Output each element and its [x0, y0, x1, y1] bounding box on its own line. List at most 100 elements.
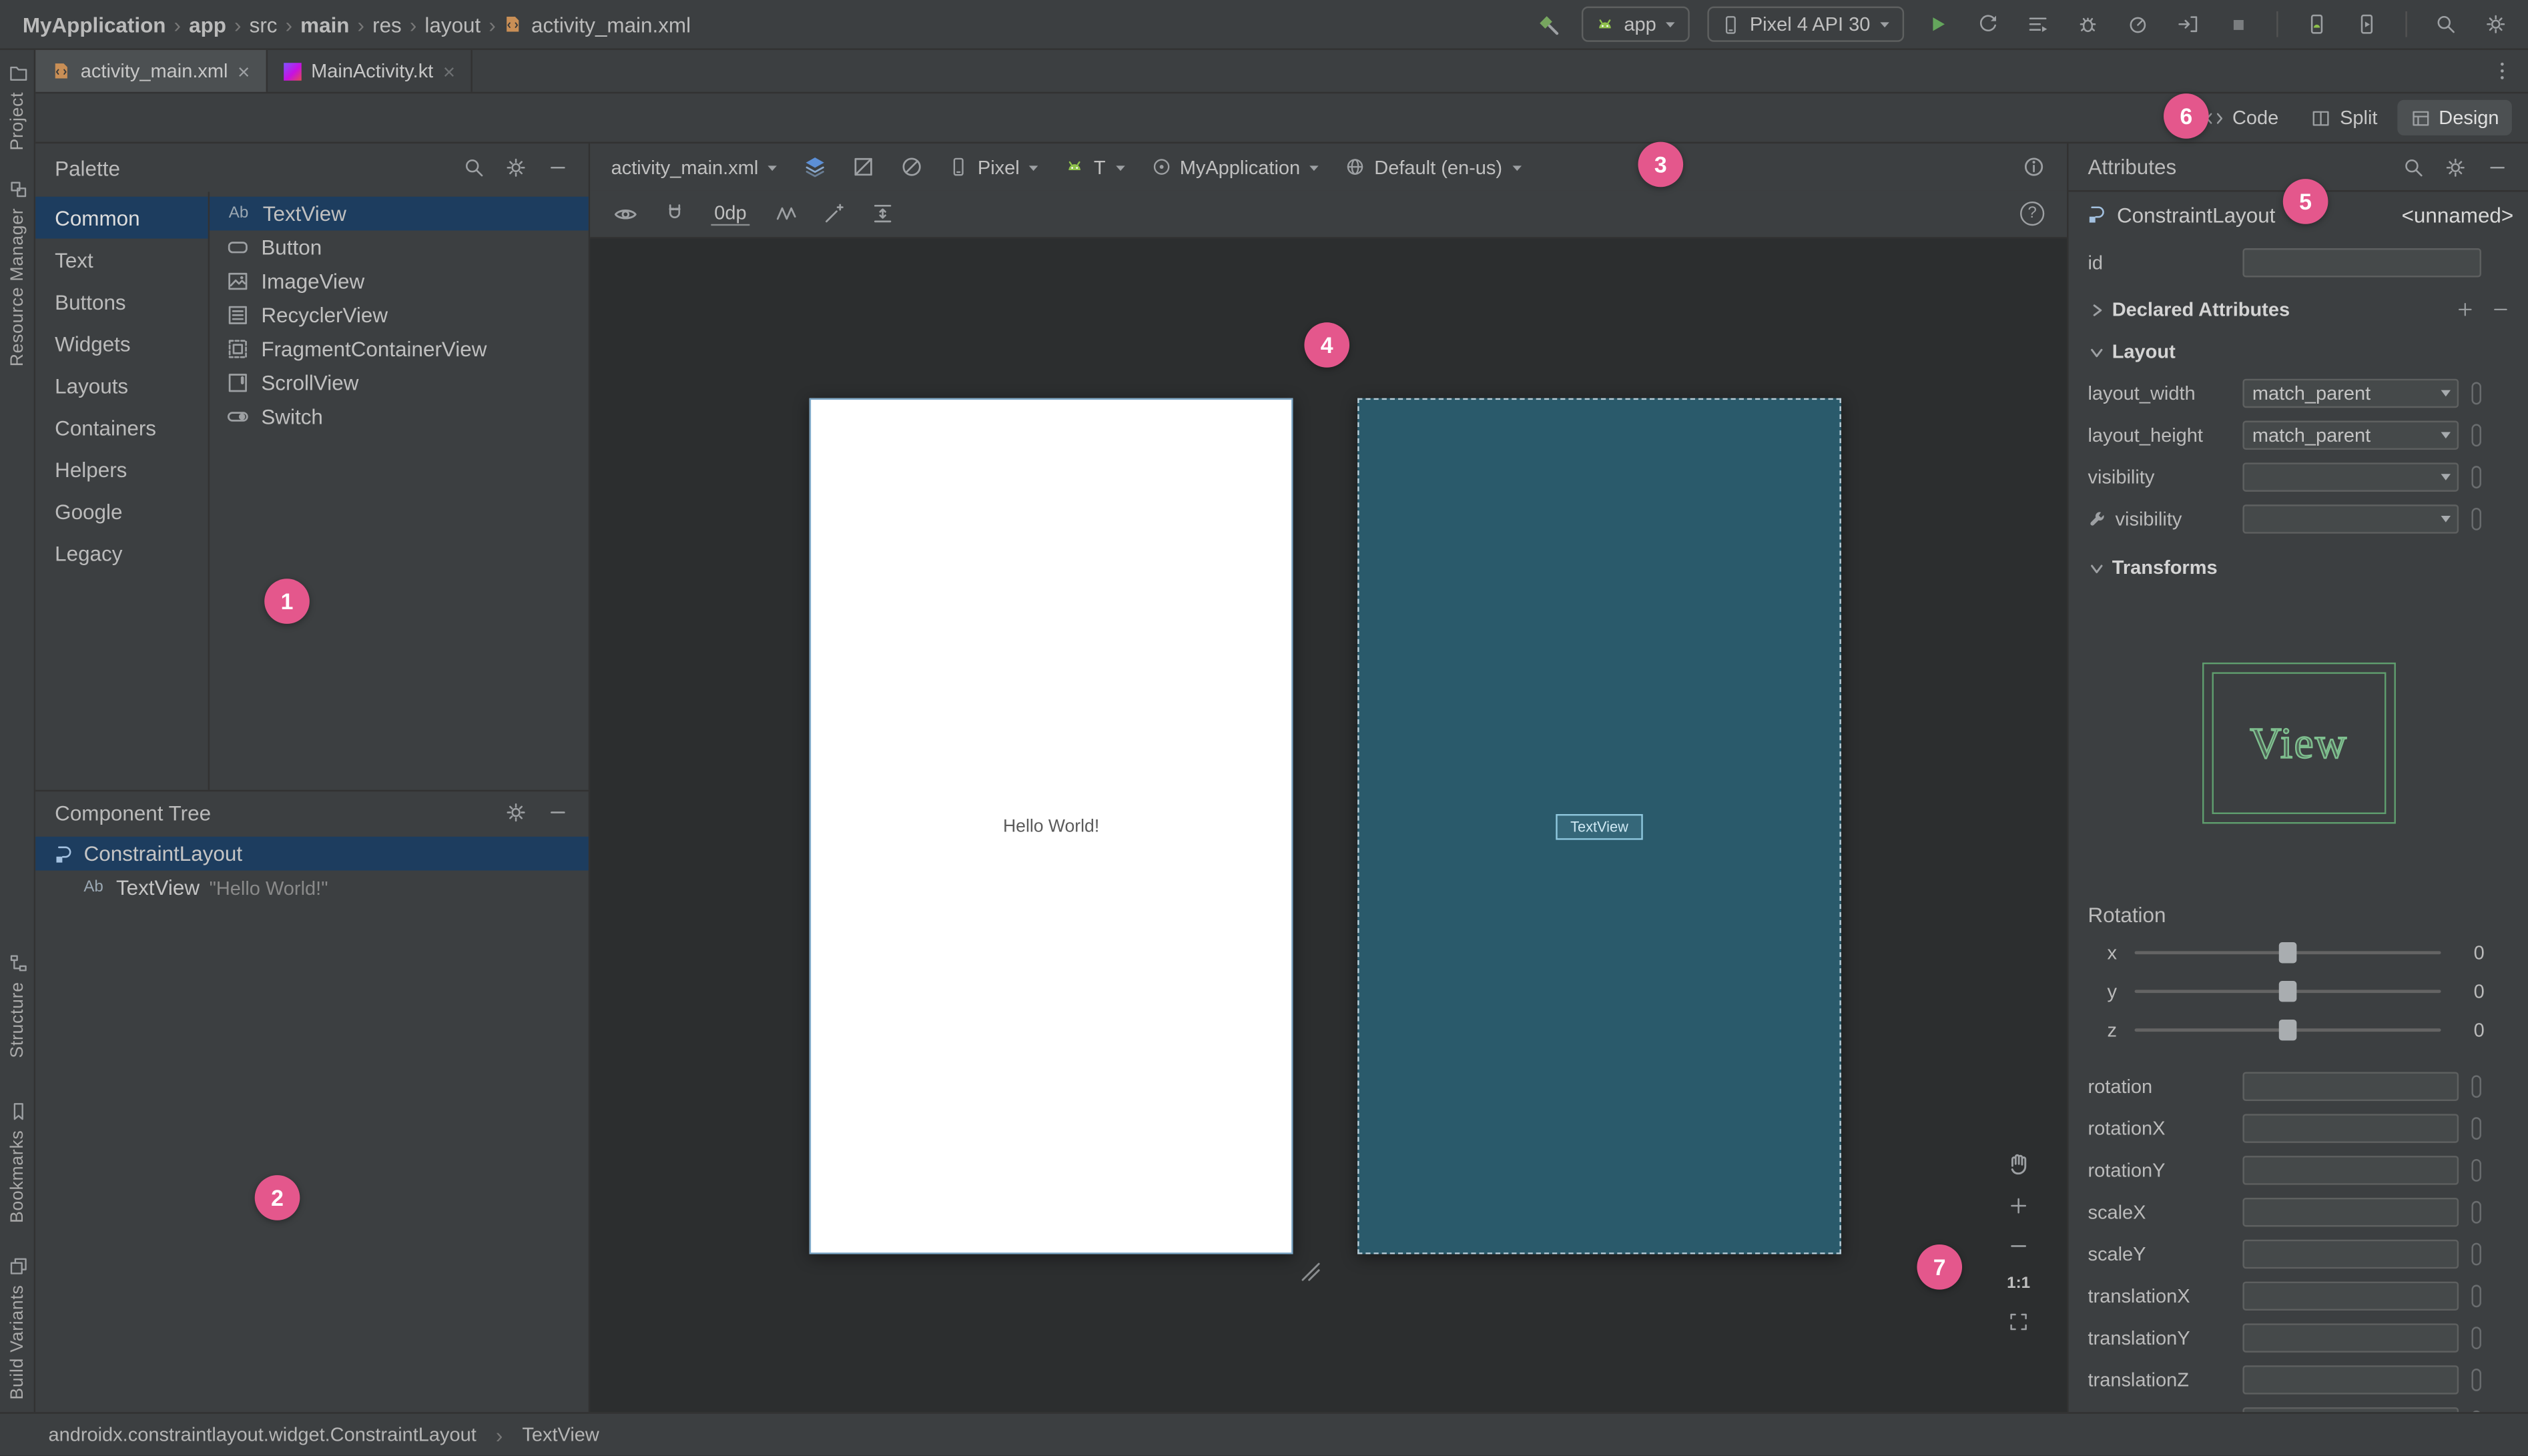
build-button[interactable]: [1532, 7, 1564, 42]
theme-select[interactable]: MyApplication: [1151, 155, 1321, 178]
resource-picker-button[interactable]: [2471, 1242, 2481, 1266]
breadcrumb-item-main[interactable]: main: [300, 12, 349, 36]
resource-picker-button[interactable]: [2471, 382, 2481, 405]
breadcrumb-item-file[interactable]: activity_main.xml: [531, 12, 691, 36]
slider-thumb[interactable]: [2278, 942, 2297, 964]
tree-row-constraintlayout[interactable]: ConstraintLayout: [35, 836, 589, 871]
resize-handle-icon[interactable]: [1301, 1262, 1321, 1282]
locale-select[interactable]: Default (en-us): [1345, 155, 1524, 178]
design-preview[interactable]: Hello World!: [809, 398, 1293, 1254]
minimize-icon[interactable]: [547, 801, 569, 824]
gear-icon[interactable]: [2444, 155, 2467, 178]
device-select[interactable]: Pixel 4 API 30: [1708, 6, 1905, 42]
breadcrumb-item-app[interactable]: app: [189, 12, 226, 36]
palette-category-common[interactable]: Common: [35, 196, 208, 239]
palette-category-helpers[interactable]: Helpers: [35, 448, 208, 490]
run-button[interactable]: [1922, 7, 1954, 42]
alpha-input[interactable]: [2242, 1407, 2459, 1413]
close-tab-icon[interactable]: ×: [443, 61, 455, 81]
palette-category-google[interactable]: Google: [35, 490, 208, 532]
zoom-out-icon[interactable]: [2007, 1235, 2030, 1258]
minimize-icon[interactable]: [547, 156, 569, 179]
stripe-resource-manager[interactable]: Resource Manager: [0, 179, 35, 366]
palette-item-switch[interactable]: Switch: [210, 400, 589, 434]
visibility-select[interactable]: [2242, 462, 2459, 492]
more-vert-icon[interactable]: [2491, 59, 2513, 82]
issues-icon[interactable]: [2021, 155, 2045, 179]
palette-item-recyclerview[interactable]: RecyclerView: [210, 298, 589, 332]
pan-hand-icon[interactable]: [2005, 1151, 2031, 1177]
search-everywhere-button[interactable]: [2430, 7, 2462, 42]
palette-category-layouts[interactable]: Layouts: [35, 364, 208, 406]
layout-height-select[interactable]: match_parent: [2242, 420, 2459, 450]
breadcrumb-item-res[interactable]: res: [372, 12, 402, 36]
profiler-button[interactable]: [2122, 7, 2154, 42]
attach-debugger-button[interactable]: [2172, 7, 2204, 42]
translation-y-input[interactable]: [2242, 1323, 2459, 1353]
blueprint-textview-widget[interactable]: TextView: [1556, 813, 1643, 839]
stripe-bookmarks[interactable]: Bookmarks: [0, 1101, 35, 1223]
pack-align-icon[interactable]: [871, 202, 895, 226]
translation-x-input[interactable]: [2242, 1281, 2459, 1311]
slider-track[interactable]: [2134, 942, 2441, 964]
device-chip-select[interactable]: Pixel: [948, 155, 1040, 178]
palette-category-widgets[interactable]: Widgets: [35, 322, 208, 364]
clear-constraints-icon[interactable]: [774, 202, 798, 226]
hello-world-text[interactable]: Hello World!: [1003, 817, 1099, 836]
palette-item-fragmentcontainerview[interactable]: FragmentContainerView: [210, 332, 589, 366]
zoom-in-icon[interactable]: [2007, 1194, 2030, 1217]
design-surface-icon[interactable]: [804, 155, 828, 179]
device-manager-button[interactable]: [2300, 7, 2332, 42]
palette-category-containers[interactable]: Containers: [35, 406, 208, 448]
resource-picker-button[interactable]: [2471, 1369, 2481, 1391]
minimize-icon[interactable]: [2486, 155, 2509, 178]
help-icon[interactable]: ?: [2020, 201, 2045, 226]
declared-attributes-section[interactable]: Declared Attributes: [2068, 288, 2528, 330]
view-options-eye-icon[interactable]: [613, 201, 639, 227]
add-attribute-icon[interactable]: [2455, 300, 2475, 319]
status-breadcrumb-child[interactable]: TextView: [522, 1423, 599, 1446]
design-button[interactable]: Design: [2397, 99, 2512, 135]
split-button[interactable]: Split: [2298, 100, 2391, 135]
settings-button[interactable]: [2480, 7, 2512, 42]
debug-button[interactable]: [2072, 7, 2104, 42]
zoom-fit-icon[interactable]: [2007, 1311, 2030, 1333]
run-tasks-button[interactable]: [2021, 7, 2053, 42]
resource-picker-button[interactable]: [2471, 1075, 2481, 1098]
tree-row-textview[interactable]: Ab TextView "Hello World!": [35, 871, 589, 905]
translation-z-input[interactable]: [2242, 1365, 2459, 1395]
resource-picker-button[interactable]: [2471, 507, 2481, 530]
file-select[interactable]: activity_main.xml: [611, 155, 779, 178]
breadcrumb-item-project[interactable]: MyApplication: [23, 12, 166, 36]
running-devices-button[interactable]: [2350, 7, 2383, 42]
palette-item-imageview[interactable]: ImageView: [210, 264, 589, 298]
autoconnect-magnet-icon[interactable]: [663, 202, 687, 226]
tab-mainactivity-kt[interactable]: MainActivity.kt ×: [268, 49, 473, 92]
breadcrumb-item-layout[interactable]: layout: [424, 12, 481, 36]
tab-activity-main-xml[interactable]: activity_main.xml ×: [35, 49, 268, 92]
stop-button[interactable]: [2222, 7, 2254, 42]
rotation-x-input[interactable]: [2242, 1114, 2459, 1143]
palette-item-scrollview[interactable]: ScrollView: [210, 366, 589, 400]
default-margin-button[interactable]: 0dp: [711, 202, 750, 226]
status-breadcrumb-root[interactable]: androidx.constraintlayout.widget.Constra…: [48, 1423, 476, 1446]
search-icon[interactable]: [462, 156, 485, 179]
run-config-select[interactable]: app: [1582, 6, 1690, 42]
layout-width-select[interactable]: match_parent: [2242, 378, 2459, 408]
scale-x-input[interactable]: [2242, 1197, 2459, 1227]
palette-item-button[interactable]: Button: [210, 230, 589, 264]
gear-icon[interactable]: [505, 156, 527, 179]
layout-section[interactable]: Layout: [2068, 330, 2528, 372]
palette-category-buttons[interactable]: Buttons: [35, 280, 208, 322]
resource-picker-button[interactable]: [2471, 1327, 2481, 1350]
remove-attribute-icon[interactable]: [2491, 300, 2510, 319]
palette-item-textview[interactable]: Ab TextView: [210, 196, 589, 231]
resource-picker-button[interactable]: [2471, 424, 2481, 447]
gear-icon[interactable]: [505, 801, 527, 824]
api-select[interactable]: T: [1064, 155, 1127, 178]
breadcrumb-item-src[interactable]: src: [250, 12, 278, 36]
id-input[interactable]: [2242, 248, 2481, 278]
palette-category-text[interactable]: Text: [35, 239, 208, 281]
blueprint-preview[interactable]: TextView: [1357, 398, 1841, 1254]
transforms-section[interactable]: Transforms: [2068, 547, 2528, 589]
